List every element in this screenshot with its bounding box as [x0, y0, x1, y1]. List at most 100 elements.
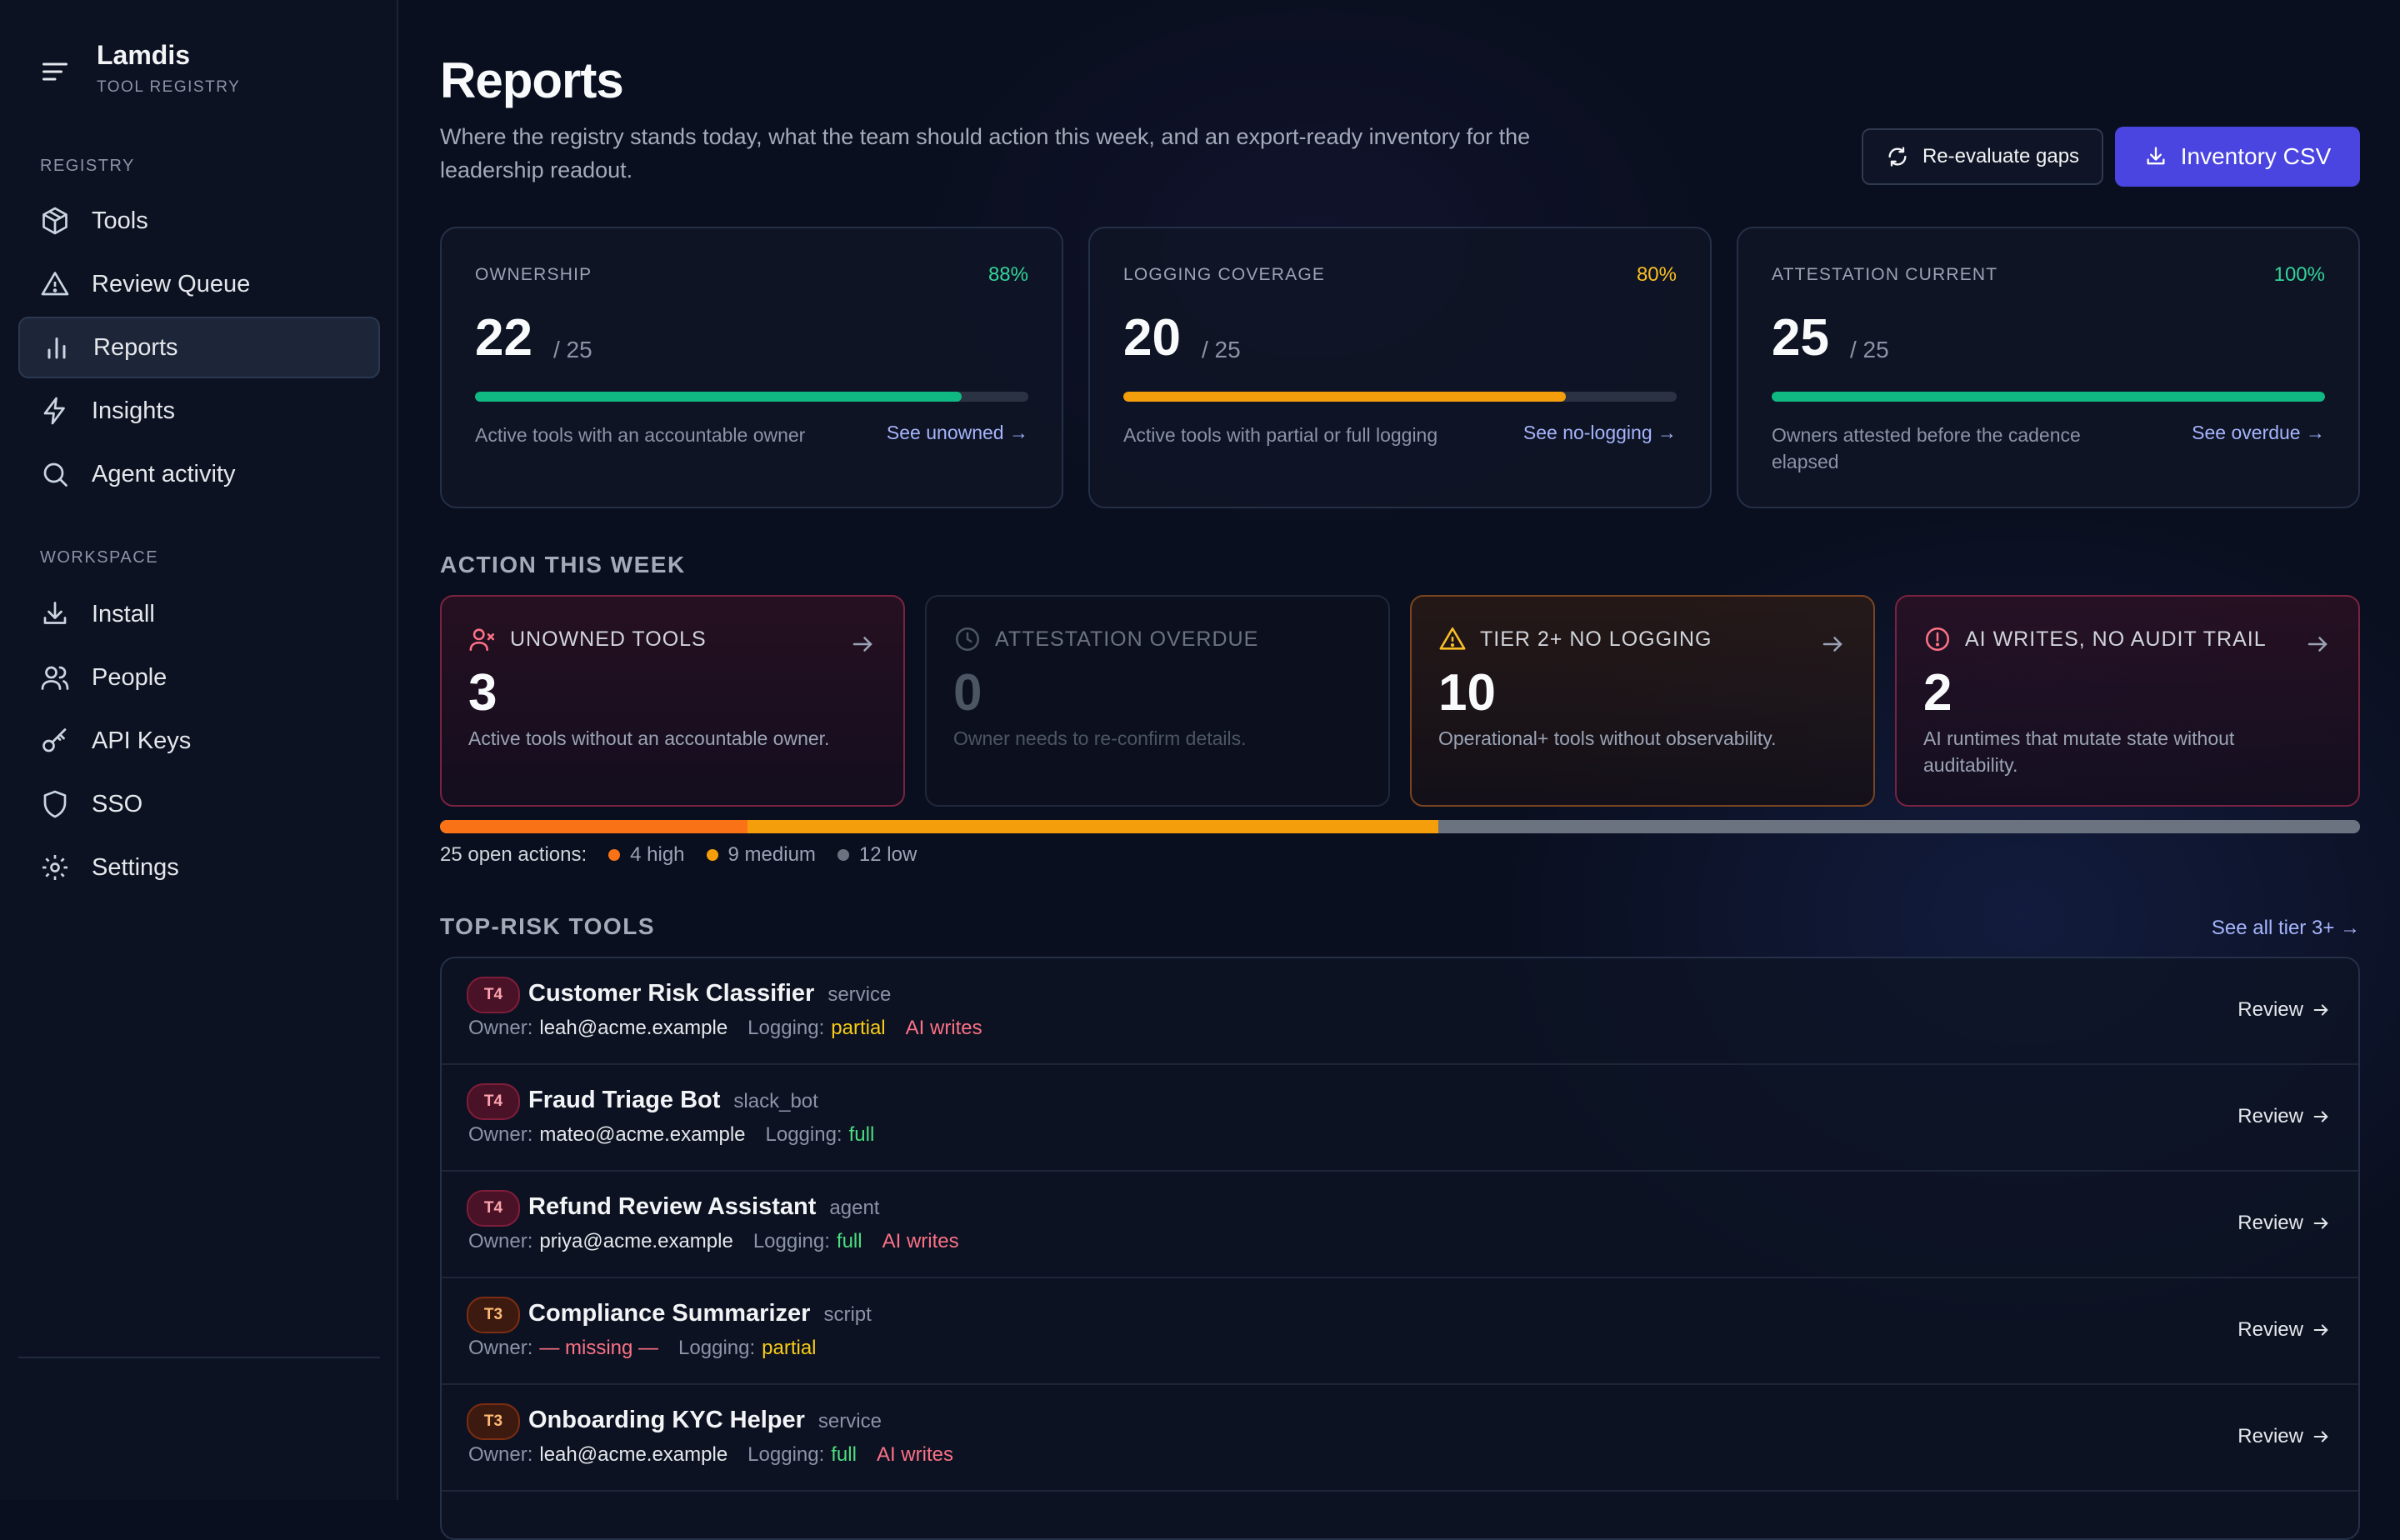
- warning-icon: [40, 269, 70, 299]
- nav-section-registry: REGISTRY: [40, 157, 135, 175]
- see-overdue-link[interactable]: See overdue →: [2192, 422, 2325, 444]
- action-card-header: AI WRITES, NO AUDIT TRAIL: [1923, 625, 2267, 653]
- menu-icon[interactable]: [40, 57, 70, 87]
- arrow-right-icon: [2313, 1218, 2328, 1229]
- brand-title: Lamdis: [97, 40, 191, 70]
- tool-name: Compliance Summarizer: [528, 1300, 811, 1327]
- review-button[interactable]: Review: [2238, 1425, 2330, 1448]
- sidebar-item-insights[interactable]: Insights: [18, 380, 380, 442]
- action-card-label: AI WRITES, NO AUDIT TRAIL: [1965, 627, 2267, 651]
- sidebar-item-label: Reports: [93, 333, 178, 361]
- action-card-tier2-no-logging[interactable]: TIER 2+ NO LOGGING 10 Operational+ tools…: [1410, 595, 1875, 807]
- sidebar-item-settings[interactable]: Settings: [18, 837, 380, 898]
- tool-type: service: [828, 983, 892, 1006]
- sidebar-item-label: SSO: [92, 790, 143, 818]
- list-item[interactable]: T3 Onboarding KYC Helper service Owner: le…: [442, 1385, 2358, 1492]
- tool-meta: Owner: priya@acme.example Logging: full AI…: [468, 1230, 959, 1253]
- see-unowned-link[interactable]: See unowned →: [887, 422, 1028, 444]
- action-card-unowned-tools[interactable]: UNOWNED TOOLS 3 Active tools without an …: [440, 595, 905, 807]
- action-card-description: Owner needs to re-confirm details.: [953, 728, 1247, 749]
- open-actions-bar-high: [440, 820, 748, 833]
- sidebar-item-sso[interactable]: SSO: [18, 773, 380, 835]
- arrow-right-icon: [2308, 637, 2328, 652]
- see-no-logging-link[interactable]: See no-logging →: [1523, 422, 1677, 444]
- refresh-icon: [1888, 147, 1907, 167]
- logging-label: Logging:: [765, 1123, 842, 1146]
- inventory-csv-button[interactable]: Inventory CSV: [2115, 127, 2360, 187]
- open-actions-bar-low: [1438, 820, 2360, 833]
- owner-label: Owner:: [468, 1017, 533, 1039]
- action-card-label: TIER 2+ NO LOGGING: [1480, 627, 1712, 651]
- sidebar-item-label: API Keys: [92, 727, 192, 754]
- search-icon: [40, 459, 70, 489]
- sidebar-item-review-queue[interactable]: Review Queue: [18, 253, 380, 315]
- review-button[interactable]: Review: [2238, 998, 2330, 1022]
- owner-value: — missing —: [539, 1337, 659, 1359]
- tool-type: service: [818, 1410, 882, 1432]
- tool-type: script: [823, 1303, 872, 1326]
- arrow-right-icon: [2313, 1004, 2328, 1016]
- see-all-tier3-link[interactable]: See all tier 3+ →: [2212, 917, 2360, 940]
- list-item[interactable]: T4 Fraud Triage Bot slack_bot Owner: mateo…: [442, 1065, 2358, 1172]
- arrow-right-icon: [2313, 1431, 2328, 1442]
- sidebar-item-label: Insights: [92, 397, 175, 424]
- tool-meta: Owner: — missing — Logging: partial: [468, 1337, 837, 1360]
- review-label: Review: [2238, 1212, 2303, 1234]
- section-title-top-risk-tools: TOP-RISK TOOLS: [440, 913, 655, 939]
- metric-value: 20: [1123, 309, 1181, 367]
- metric-card-ownership: OWNERSHIP 88% 22 / 25 Active tools with …: [440, 227, 1063, 508]
- metric-percentage: 88%: [988, 263, 1028, 286]
- metric-card-logging-coverage: LOGGING COVERAGE 80% 20 / 25 Active tool…: [1088, 227, 1712, 508]
- metric-card-attestation-current: ATTESTATION CURRENT 100% 25 / 25 Owners …: [1737, 227, 2360, 508]
- metric-label: LOGGING COVERAGE: [1123, 265, 1326, 284]
- tool-name: Fraud Triage Bot: [528, 1087, 721, 1113]
- review-button[interactable]: Review: [2238, 1318, 2330, 1342]
- sidebar-item-install[interactable]: Install: [18, 583, 380, 645]
- list-item[interactable]: T4 Customer Risk Classifier service Owner…: [442, 958, 2358, 1065]
- legend-dot: [706, 849, 718, 861]
- review-button[interactable]: Review: [2238, 1212, 2330, 1235]
- sidebar-item-tools[interactable]: Tools: [18, 190, 380, 252]
- action-card-ai-writes-no-audit[interactable]: AI WRITES, NO AUDIT TRAIL 2 AI runtimes …: [1895, 595, 2360, 807]
- sidebar-item-reports[interactable]: Reports: [18, 317, 380, 378]
- metric-description: Owners attested before the cadence elaps…: [1772, 424, 2081, 472]
- sidebar-item-people[interactable]: People: [18, 647, 380, 708]
- main-content: Reports Where the registry stands today,…: [398, 0, 2400, 1540]
- list-item[interactable]: T4 Refund Review Assistant agent Owner: pr…: [442, 1172, 2358, 1278]
- brand: Lamdis TOOL REGISTRY: [40, 38, 240, 97]
- tier-badge: T3: [467, 1403, 520, 1440]
- action-card-value: 10: [1438, 664, 1496, 722]
- nav-section-workspace: WORKSPACE: [40, 548, 159, 567]
- sidebar-item-api-keys[interactable]: API Keys: [18, 710, 380, 772]
- page-title: Reports: [440, 52, 624, 108]
- owner-label: Owner:: [468, 1443, 533, 1466]
- open-actions-label: 25 open actions:: [440, 843, 588, 866]
- brand-subtitle: TOOL REGISTRY: [97, 78, 241, 96]
- metric-label: OWNERSHIP: [475, 265, 592, 284]
- legend-high: 4 high: [608, 843, 685, 867]
- metric-progress-bar: [475, 392, 1028, 402]
- arrow-right-icon: [852, 637, 872, 652]
- review-button[interactable]: Review: [2238, 1105, 2330, 1128]
- warning-icon: [1439, 627, 1466, 650]
- arrow-right-icon: [2313, 1111, 2328, 1122]
- user-x-icon: [469, 628, 495, 652]
- page-description: Where the registry stands today, what th…: [440, 124, 1531, 182]
- sidebar-item-agent-activity[interactable]: Agent activity: [18, 443, 380, 505]
- lightning-icon: [40, 396, 70, 426]
- owner-label: Owner:: [468, 1230, 533, 1252]
- sidebar-item-label: Agent activity: [92, 460, 236, 488]
- tool-name: Customer Risk Classifier: [528, 980, 815, 1007]
- metric-label: ATTESTATION CURRENT: [1772, 265, 1998, 284]
- action-card-value: 2: [1923, 664, 1952, 722]
- owner-label: Owner:: [468, 1337, 533, 1359]
- tool-name-row: Compliance Summarizer script: [528, 1300, 872, 1328]
- reevaluate-gaps-button[interactable]: Re-evaluate gaps: [1862, 128, 2103, 185]
- reevaluate-gaps-label: Re-evaluate gaps: [1922, 145, 2080, 168]
- list-item[interactable]: T3 Compliance Summarizer script Owner: — m…: [442, 1278, 2358, 1385]
- review-label: Review: [2238, 1105, 2303, 1128]
- legend-label: 12 low: [858, 843, 918, 866]
- tool-meta: Owner: leah@acme.example Logging: partial …: [468, 1017, 982, 1040]
- download-icon: [2147, 147, 2165, 165]
- people-icon: [40, 662, 70, 692]
